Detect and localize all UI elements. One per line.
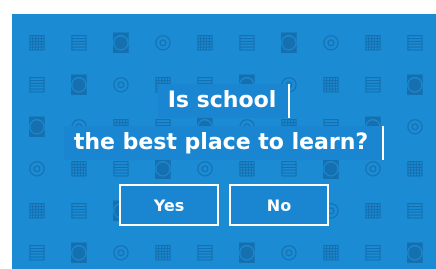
school-bag-icon: ◙ [69,239,89,263]
school-bag-icon: ◙ [279,29,299,53]
glasses-icon: ◎ [280,239,298,263]
school-bag-icon: ◙ [111,29,131,53]
question-line-2: the best place to learn? [63,126,385,160]
calculator-icon: ▦ [363,29,383,53]
book-icon: ▤ [27,239,47,263]
quiz-stage: ▦ ▤ ◙ ◎ ▦ ▤ ◙ ◎ ▦ ▤ ▤ ◙ ◎ ▦ ▤ ◙ ◎ ▦ ▤ ◙ ◙ ◎ ▦ ▤ ◙ ◎ ▦ ▤ ◙ ◎ ◎ ▦ ▤ ◙ ◎ ▦ ▤ ◙ ◎ ▦… [12,14,436,269]
yes-button[interactable]: Yes [119,184,219,226]
calculator-icon: ▦ [27,29,47,53]
glasses-icon: ◎ [154,29,172,53]
book-icon: ▤ [195,239,215,263]
glasses-icon: ◎ [322,29,340,53]
question-line-1: Is school [157,84,291,118]
calculator-icon: ▦ [195,29,215,53]
no-button[interactable]: No [229,184,329,226]
calculator-icon: ▦ [321,239,341,263]
calculator-icon: ▦ [153,239,173,263]
answer-buttons: Yes No [12,184,436,226]
book-icon: ▤ [363,239,383,263]
book-icon: ▤ [69,29,89,53]
school-bag-icon: ◙ [237,239,257,263]
book-icon: ▤ [237,29,257,53]
book-icon: ▤ [405,29,425,53]
school-bag-icon: ◙ [405,239,425,263]
glasses-icon: ◎ [112,239,130,263]
question-panel: Is school the best place to learn? [12,84,436,160]
